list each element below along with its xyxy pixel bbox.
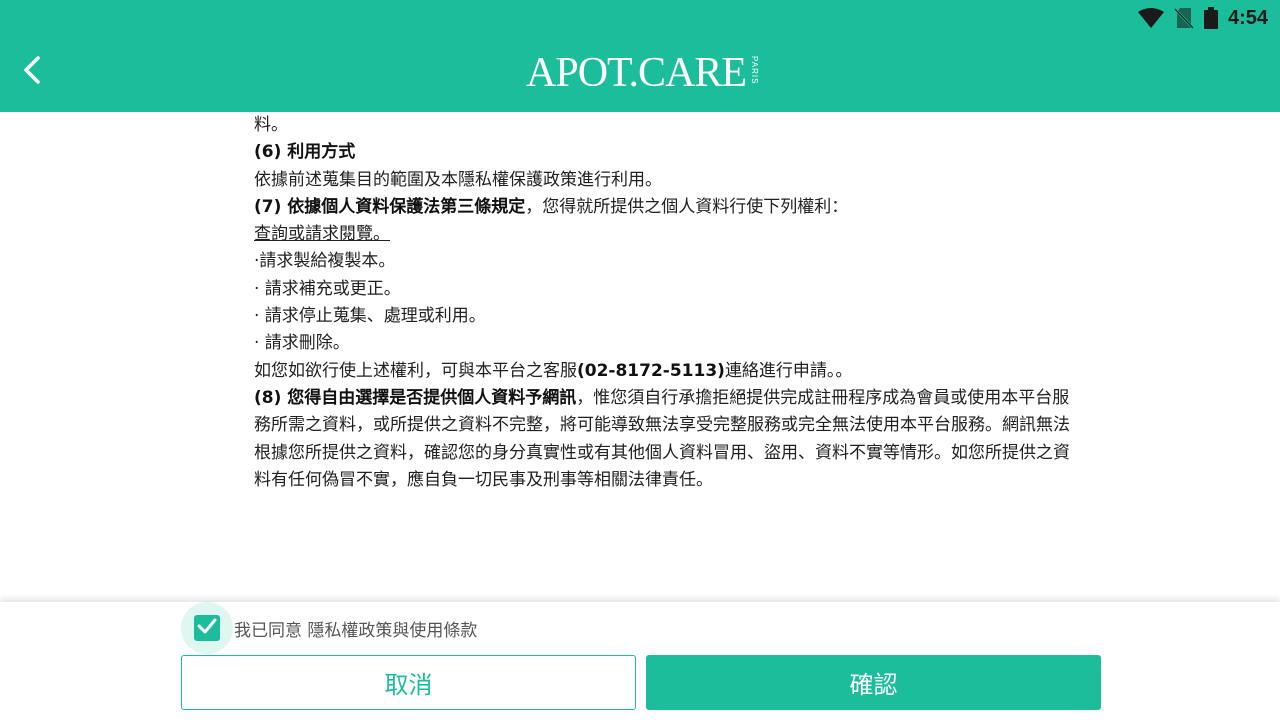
section-7-heading: (7) 依據個人資料保護法第三條規定 [254,196,526,217]
contact-pre: 如您如欲行使上述權利，可與本平台之客服 [254,360,577,381]
section-8: (8) 您得自由選擇是否提供個人資料予網訊，惟您須自行承擔拒絕提供完成註冊程序成… [254,385,1084,494]
agree-checkbox[interactable] [181,602,233,654]
contact-post: 連絡進行申請。。 [724,360,853,381]
brand-wordmark: APOT.CARE [526,50,747,96]
contact-line: 如您如欲行使上述權利，可與本平台之客服(02-8172-5113)連絡進行申請。… [254,358,1084,385]
brand-logo: APOT.CARE PARIS [526,52,759,96]
footer-panel: 我已同意 隱私權政策與使用條款 取消 確認 [0,602,1280,720]
policy-line: 料。 [254,115,288,135]
status-bar: 4:54 [1137,6,1268,30]
right-item: · 請求停止蒐集、處理或利用。 [254,306,486,327]
checkmark-icon [197,618,217,638]
confirm-button[interactable]: 確認 [646,655,1101,710]
back-arrow-icon [22,55,42,89]
battery-icon [1203,7,1218,29]
section-6-title: (6) 利用方式 [254,139,1084,166]
right-item: 查詢或請求閱覽。 [254,224,390,245]
checkbox-box [194,615,220,641]
right-item: ·請求製給複製本。 [254,251,396,272]
back-button[interactable] [14,54,50,90]
agree-row: 我已同意 隱私權政策與使用條款 [181,602,477,654]
section-7-title: (7) 依據個人資料保護法第三條規定，您得就所提供之個人資料行使下列權利： [254,194,1084,221]
status-time: 4:54 [1227,6,1268,29]
section-8-heading: (8) 您得自由選擇是否提供個人資料予網訊 [254,387,577,408]
contact-phone: (02-8172-5113) [577,360,725,381]
agree-label[interactable]: 我已同意 隱私權政策與使用條款 [234,616,477,641]
section-7-rest: ，您得就所提供之個人資料行使下列權利： [525,196,849,217]
right-item: · 請求補充或更正。 [254,278,401,299]
cancel-button[interactable]: 取消 [181,655,636,710]
brand-sub: PARIS [750,56,760,85]
wifi-icon [1137,8,1164,28]
app-bar: 4:54 APOT.CARE PARIS [0,0,1280,112]
section-6-heading: (6) 利用方式 [254,142,356,163]
policy-content: 料。 (6) 利用方式 依據前述蒐集目的範圍及本隱私權保護政策進行利用。 (7)… [254,112,1084,494]
right-item: · 請求刪除。 [254,333,350,354]
no-sim-icon [1174,7,1194,29]
section-6-body: 依據前述蒐集目的範圍及本隱私權保護政策進行利用。 [254,169,662,190]
